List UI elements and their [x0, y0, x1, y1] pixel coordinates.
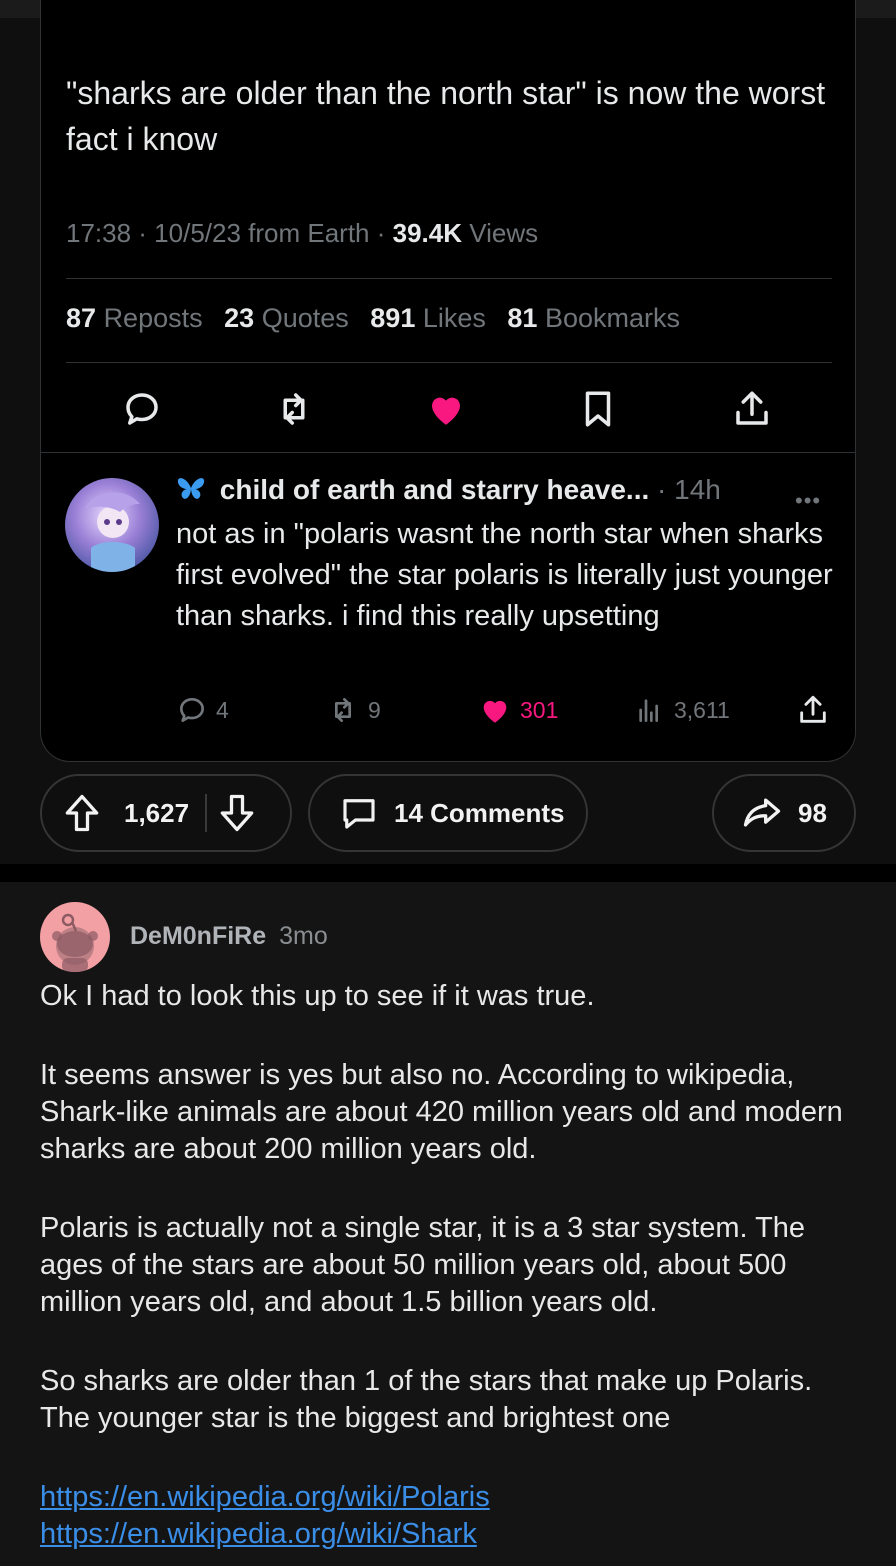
- reply-actions: 4 9 301 3,611: [176, 690, 836, 730]
- commenter-avatar[interactable]: [40, 902, 110, 972]
- reply-icon: [180, 698, 204, 722]
- upvote-icon[interactable]: [60, 791, 104, 835]
- wikipedia-polaris-link[interactable]: https://en.wikipedia.org/wiki/Polaris: [40, 1481, 490, 1513]
- vote-bar: 1,627: [40, 774, 292, 852]
- repost-count: 9: [368, 696, 381, 723]
- butterfly-icon: [177, 478, 205, 499]
- reply-reply-button[interactable]: 4: [176, 690, 229, 730]
- comment-paragraph: Ok I had to look this up to see if it wa…: [40, 980, 595, 1012]
- comment-links: https://en.wikipedia.org/wiki/Polaris ht…: [40, 1479, 860, 1553]
- tweet-actions: [41, 380, 855, 436]
- reply-avatar[interactable]: [65, 478, 159, 572]
- wikipedia-shark-link[interactable]: https://en.wikipedia.org/wiki/Shark: [40, 1518, 477, 1550]
- reply-text: not as in "polaris wasnt the north star …: [176, 518, 833, 632]
- like-count: 301: [520, 696, 559, 723]
- stat-likes[interactable]: 891 Likes: [370, 303, 486, 333]
- bookmark-icon[interactable]: [577, 388, 619, 430]
- tweet-views-label: Views: [462, 218, 539, 248]
- divider: [205, 794, 208, 832]
- section-divider: [0, 864, 896, 882]
- reply-icon[interactable]: [121, 388, 163, 430]
- stat-bookmarks[interactable]: 81 Bookmarks: [507, 303, 680, 333]
- comment-icon: [343, 799, 375, 829]
- views-chart-icon: [639, 699, 658, 722]
- share-button[interactable]: 98: [712, 774, 856, 852]
- reply-count: 4: [216, 696, 229, 723]
- more-options-icon[interactable]: •••: [795, 488, 821, 514]
- comments-button[interactable]: 14 Comments: [308, 774, 588, 852]
- divider: [66, 362, 832, 363]
- comment-username[interactable]: DeM0nFiRe: [130, 922, 266, 950]
- heart-liked-icon[interactable]: [425, 388, 467, 430]
- tweet-views-count: 39.4K: [392, 218, 463, 248]
- tweet-meta: 17:38 · 10/5/23 from Earth · 39.4K Views: [66, 218, 538, 249]
- comment-paragraph: It seems answer is yes but also no. Acco…: [40, 1059, 843, 1165]
- vote-score: 1,627: [124, 797, 190, 828]
- comment-body: Ok I had to look this up to see if it wa…: [40, 978, 860, 1553]
- divider: [41, 452, 855, 453]
- reply-repost-button[interactable]: 9: [326, 690, 381, 730]
- reply-time: · 14h: [649, 474, 721, 505]
- reply-like-button[interactable]: 301: [478, 690, 558, 730]
- reply-display-name[interactable]: child of earth and starry heave...: [220, 474, 649, 505]
- stat-quotes[interactable]: 23 Quotes: [224, 303, 349, 333]
- tweet-timestamp: 17:38 · 10/5/23 from Earth ·: [66, 218, 393, 248]
- tweet-text: "sharks are older than the north star" i…: [66, 75, 826, 157]
- divider: [66, 278, 832, 279]
- downvote-icon[interactable]: [215, 791, 259, 835]
- reply-share-button[interactable]: [796, 690, 838, 730]
- share-upload-icon[interactable]: [731, 388, 773, 430]
- heart-liked-icon: [483, 700, 507, 723]
- comments-count: 14 Comments: [394, 797, 565, 828]
- share-count: 98: [798, 797, 827, 828]
- comment-header: DeM0nFiRe 3mo: [130, 922, 328, 951]
- stat-reposts[interactable]: 87 Reposts: [66, 303, 203, 333]
- repost-icon[interactable]: [273, 388, 315, 430]
- comment-paragraph: Polaris is actually not a single star, i…: [40, 1212, 806, 1318]
- views-count: 3,611: [674, 696, 730, 723]
- comment-age: 3mo: [279, 922, 328, 950]
- reply-header: child of earth and starry heave... · 14h: [176, 474, 836, 510]
- comment-paragraph: So sharks are older than 1 of the stars …: [40, 1365, 813, 1434]
- embedded-tweet-image: "sharks are older than the north star" i…: [40, 0, 856, 762]
- share-upload-icon: [800, 695, 826, 723]
- repost-icon: [335, 698, 351, 722]
- share-arrow-icon: [743, 798, 781, 827]
- tweet-stats: 87 Reposts 23 Quotes 891 Likes 81 Bookma…: [66, 303, 694, 334]
- reply-views-button[interactable]: 3,611: [634, 690, 730, 730]
